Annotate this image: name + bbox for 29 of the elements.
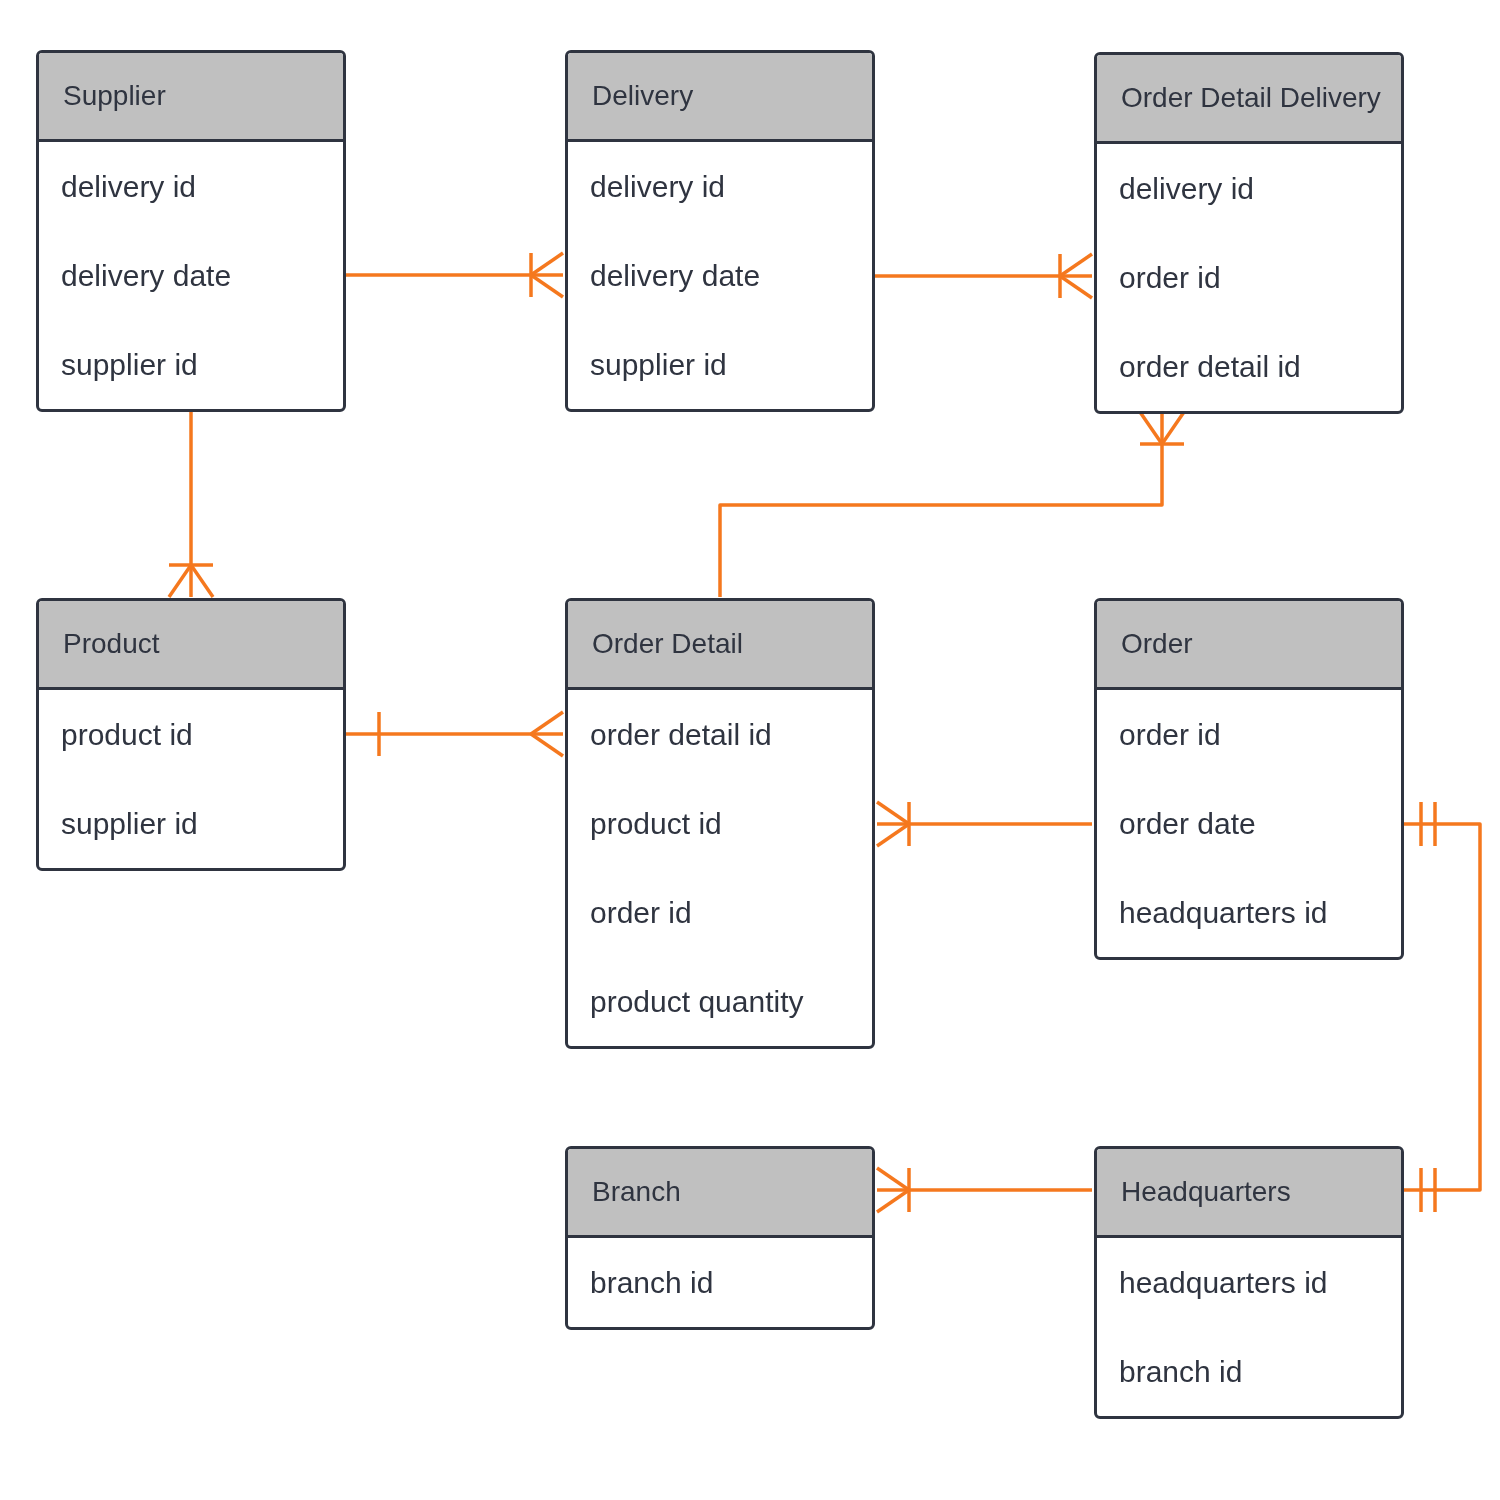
entity-title: Supplier xyxy=(39,53,343,142)
attribute-name: order id xyxy=(1118,259,1222,296)
attribute-name: delivery date xyxy=(60,257,233,294)
attribute-name: supplier id xyxy=(60,805,199,842)
attribute-name: delivery date xyxy=(589,257,762,294)
attribute-name: branch id xyxy=(589,1264,715,1301)
entity-title: Product xyxy=(39,601,343,690)
attribute-name: headquarters id xyxy=(1118,894,1329,931)
attribute-name: supplier id xyxy=(60,346,199,383)
attribute-name: supplier id xyxy=(589,346,728,383)
attribute-name: headquarters id xyxy=(1118,1264,1329,1301)
attribute-name: order date xyxy=(1118,805,1257,842)
attribute-name: delivery id xyxy=(1118,170,1256,207)
entity-title: Delivery xyxy=(568,53,872,142)
entity-title: Branch xyxy=(568,1149,872,1238)
attribute-name: product id xyxy=(589,805,723,842)
attribute-name: order detail id xyxy=(589,716,773,753)
attribute-name: order id xyxy=(1118,716,1222,753)
attribute-name: delivery id xyxy=(589,168,727,205)
attribute-name: order detail id xyxy=(1118,348,1302,385)
attribute-name: delivery id xyxy=(60,168,198,205)
attribute-name: product quantity xyxy=(589,983,805,1020)
attribute-name: product id xyxy=(60,716,194,753)
entity-title: Order Detail xyxy=(568,601,872,690)
entity-title: Order xyxy=(1097,601,1401,690)
entity-title: Order Detail Delivery xyxy=(1097,55,1401,144)
attribute-name: order id xyxy=(589,894,693,931)
entity-title: Headquarters xyxy=(1097,1149,1401,1238)
attribute-name: branch id xyxy=(1118,1353,1244,1390)
